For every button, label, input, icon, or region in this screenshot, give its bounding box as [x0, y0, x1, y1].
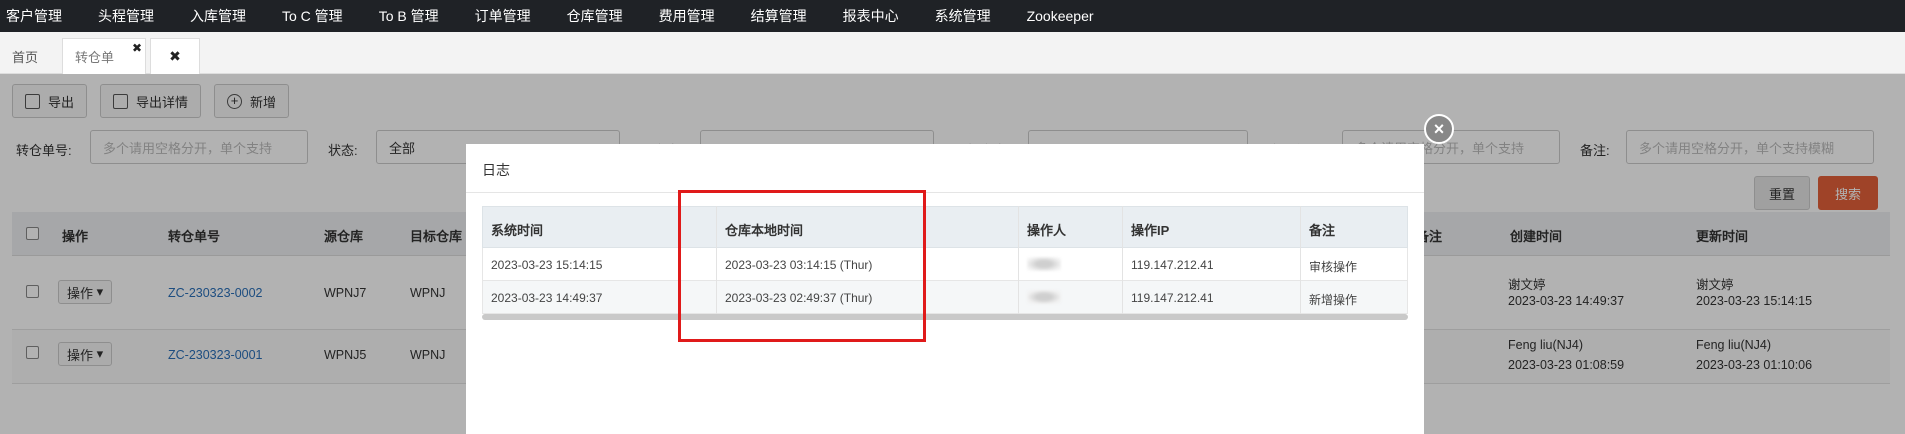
log-operator-redacted — [1027, 257, 1061, 274]
dialog-title: 日志 — [482, 162, 510, 178]
nav-item-tob[interactable]: To B 管理 — [373, 6, 439, 26]
close-all-icon: ✖ — [169, 48, 181, 64]
log-dialog: 日志 系统时间 仓库本地时间 操作人 操作IP 备注 2023-03-23 15… — [466, 144, 1424, 434]
header-system-time: 系统时间 — [491, 223, 544, 238]
nav-item-warehouse[interactable]: 仓库管理 — [561, 6, 623, 26]
header-ip: 操作IP — [1131, 223, 1170, 238]
column-divider — [1018, 206, 1019, 314]
nav-item-first-leg[interactable]: 头程管理 — [92, 6, 154, 26]
nav-item-customer[interactable]: 客户管理 — [0, 6, 62, 26]
log-remark: 审核操作 — [1309, 260, 1358, 274]
nav-item-fees[interactable]: 费用管理 — [653, 6, 715, 26]
column-divider — [1300, 206, 1301, 314]
close-all-tabs-button[interactable]: ✖ — [150, 38, 200, 74]
header-remark: 备注 — [1309, 223, 1336, 238]
tab-close-icon[interactable]: ✖ — [132, 41, 142, 55]
header-operator: 操作人 — [1027, 223, 1067, 238]
log-system-time: 2023-03-23 15:14:15 — [491, 258, 603, 272]
nav-item-inbound[interactable]: 入库管理 — [184, 6, 246, 26]
nav-item-orders[interactable]: 订单管理 — [469, 6, 531, 26]
nav-item-toc[interactable]: To C 管理 — [276, 6, 343, 26]
tab-home[interactable]: 首页 — [0, 38, 58, 74]
log-row: 2023-03-23 14:49:37 2023-03-23 02:49:37 … — [482, 281, 1408, 314]
log-system-time: 2023-03-23 14:49:37 — [491, 291, 603, 305]
nav-item-reports[interactable]: 报表中心 — [837, 6, 899, 26]
nav-item-system[interactable]: 系统管理 — [929, 6, 991, 26]
horizontal-scrollbar[interactable] — [482, 314, 1408, 320]
log-table-header: 系统时间 仓库本地时间 操作人 操作IP 备注 — [482, 206, 1408, 248]
tab-bar: 首页 转仓单 ✖ ✖ — [0, 32, 1905, 74]
tab-transfer-order[interactable]: 转仓单 ✖ — [62, 38, 146, 74]
dialog-close-button[interactable]: × — [1424, 114, 1454, 144]
top-nav: 客户管理 头程管理 入库管理 To C 管理 To B 管理 订单管理 仓库管理… — [0, 0, 1905, 32]
log-row: 2023-03-23 15:14:15 2023-03-23 03:14:15 … — [482, 248, 1408, 281]
tab-home-label: 首页 — [12, 49, 39, 65]
column-divider — [1122, 206, 1123, 314]
dialog-divider — [466, 192, 1424, 193]
nav-item-zookeeper[interactable]: Zookeeper — [1021, 8, 1094, 24]
nav-item-settlement[interactable]: 结算管理 — [745, 6, 807, 26]
log-operator-redacted — [1027, 290, 1061, 307]
log-ip: 119.147.212.41 — [1131, 291, 1214, 305]
tab-transfer-label: 转仓单 — [75, 50, 115, 65]
highlight-box — [678, 190, 926, 342]
log-ip: 119.147.212.41 — [1131, 258, 1214, 272]
log-remark: 新增操作 — [1309, 293, 1358, 307]
